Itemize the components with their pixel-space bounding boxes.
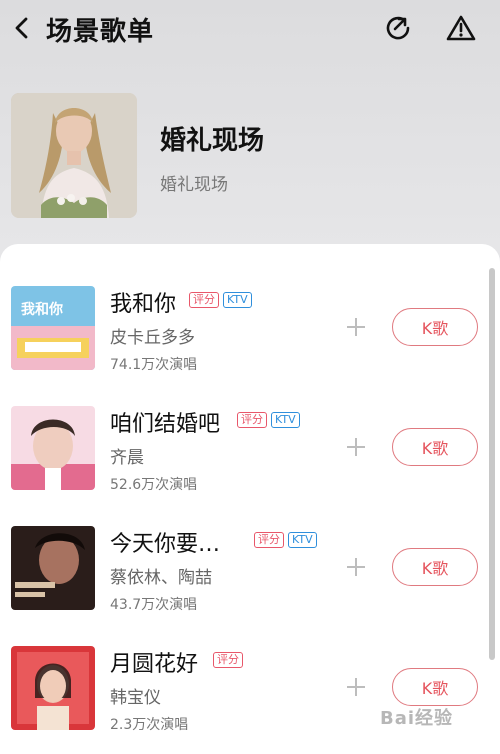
song-artist: 皮卡丘多多 — [110, 328, 195, 348]
k-song-button[interactable]: K歌 — [392, 668, 478, 706]
page-title: 场景歌单 — [46, 17, 155, 47]
score-tag: 评分 — [237, 412, 267, 428]
ktv-tag: KTV — [288, 532, 317, 548]
song-thumbnail — [11, 646, 95, 730]
share-icon[interactable] — [384, 14, 412, 42]
song-thumbnail — [11, 406, 95, 490]
score-tag: 评分 — [213, 652, 243, 668]
song-tags: 评分 KTV — [254, 532, 317, 548]
chevron-left-icon[interactable] — [10, 14, 36, 42]
song-row[interactable]: 我和你 我和你 评分 KTV 皮卡丘多多 74.1万次演唱 K歌 — [0, 286, 490, 386]
add-icon[interactable] — [343, 674, 369, 700]
song-thumbnail: 我和你 — [11, 286, 95, 370]
watermark: Bai经验 — [380, 708, 454, 729]
song-tags: 评分 KTV — [189, 292, 252, 308]
song-title: 今天你要… — [110, 532, 221, 557]
ktv-tag: KTV — [223, 292, 252, 308]
song-row[interactable]: 咱们结婚吧 评分 KTV 齐晨 52.6万次演唱 K歌 — [0, 406, 490, 506]
add-icon[interactable] — [343, 554, 369, 580]
song-sing-count: 74.1万次演唱 — [110, 357, 198, 373]
playlist-cover-image — [11, 93, 137, 218]
song-thumbnail — [11, 526, 95, 610]
ktv-tag: KTV — [271, 412, 300, 428]
song-tags: 评分 KTV — [237, 412, 300, 428]
k-song-button[interactable]: K歌 — [392, 548, 478, 586]
svg-text:我和你: 我和你 — [21, 301, 63, 318]
warning-icon[interactable] — [446, 14, 476, 42]
k-song-button[interactable]: K歌 — [392, 428, 478, 466]
k-song-button[interactable]: K歌 — [392, 308, 478, 346]
top-bar: 场景歌单 — [0, 0, 500, 58]
playlist-subtitle: 婚礼现场 — [160, 175, 228, 195]
song-title: 月圆花好 — [110, 652, 199, 677]
song-row[interactable]: 今天你要… 评分 KTV 蔡依林、陶喆 43.7万次演唱 K歌 — [0, 526, 490, 626]
song-artist: 韩宝仪 — [110, 688, 161, 708]
song-artist: 齐晨 — [110, 448, 144, 468]
score-tag: 评分 — [189, 292, 219, 308]
song-title: 我和你 — [110, 292, 177, 317]
playlist-title: 婚礼现场 — [160, 126, 265, 156]
song-artist: 蔡依林、陶喆 — [110, 568, 212, 588]
song-tags: 评分 — [213, 652, 243, 668]
add-icon[interactable] — [343, 314, 369, 340]
song-sing-count: 52.6万次演唱 — [110, 477, 198, 493]
song-sing-count: 2.3万次演唱 — [110, 717, 189, 733]
song-sing-count: 43.7万次演唱 — [110, 597, 198, 613]
song-title: 咱们结婚吧 — [110, 412, 221, 437]
score-tag: 评分 — [254, 532, 284, 548]
song-row[interactable]: 月圆花好 评分 韩宝仪 2.3万次演唱 K歌 — [0, 646, 490, 746]
add-icon[interactable] — [343, 434, 369, 460]
